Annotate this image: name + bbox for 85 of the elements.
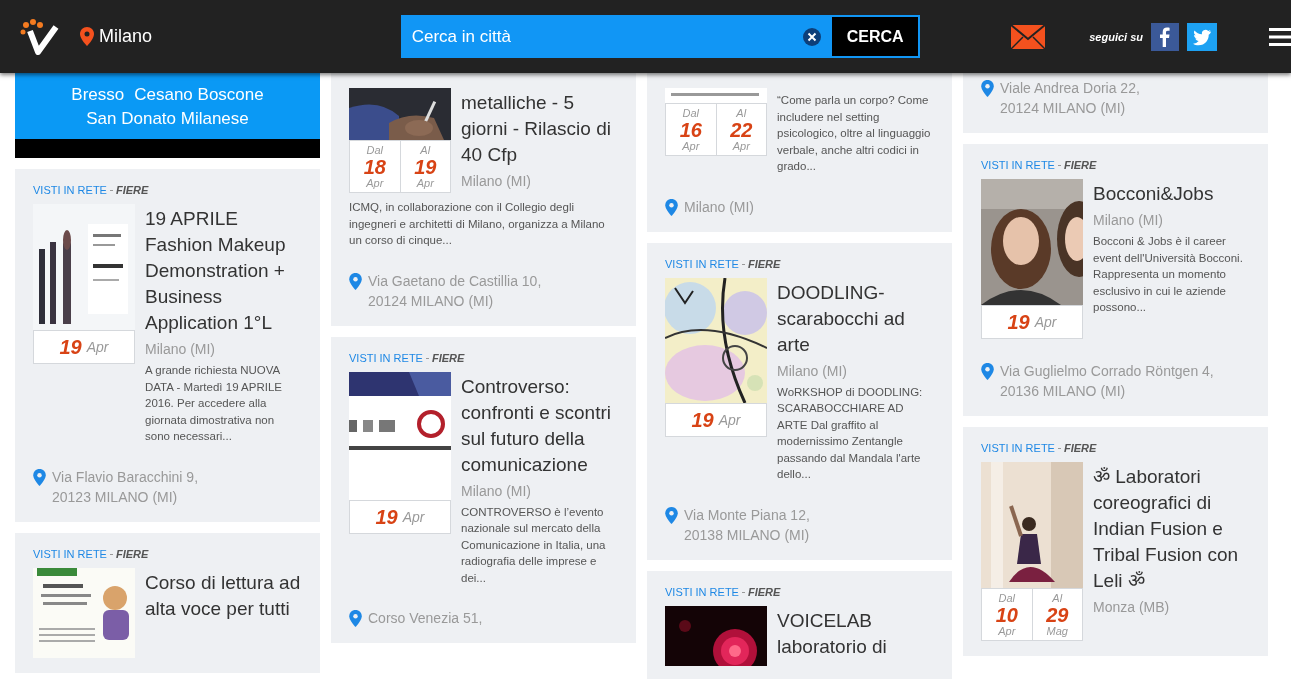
date-day: 22	[730, 119, 753, 140]
date-day: 29	[1046, 604, 1069, 625]
subcategory-link[interactable]: FIERE	[1063, 442, 1097, 455]
category-link[interactable]: VISTI IN RETE	[981, 159, 1055, 172]
date-day: 19	[691, 409, 714, 430]
twitter-icon[interactable]	[1187, 22, 1217, 51]
event-address: Corso Venezia 51,	[368, 609, 483, 628]
date-month: Apr	[1034, 314, 1057, 330]
logo-icon[interactable]	[20, 18, 60, 55]
date-month: Apr	[402, 508, 425, 525]
date-month: Apr	[998, 624, 1016, 638]
event-description: CONTROVERSO è l’evento nazionale sul mercato della Comunicazione in Italia, una radiografia delle imprese e dei...	[461, 504, 607, 586]
date-month: Apr	[416, 176, 434, 190]
date-month: Apr	[682, 139, 700, 153]
search-button[interactable]: CERCA	[830, 15, 921, 58]
follow-label: seguici su	[1089, 30, 1143, 43]
date-day: 18	[363, 156, 386, 177]
category-link[interactable]: VISTI IN RETE	[981, 442, 1055, 455]
event-address: Viale Andrea Doria 22, 20124 MILANO (MI)	[1000, 79, 1140, 118]
category-link[interactable]: VISTI IN RETE	[349, 351, 423, 365]
date-label: Al	[736, 106, 747, 120]
subcategory-link[interactable]: FIERE	[115, 547, 149, 561]
event-title[interactable]: Corso di lettura ad alta voce per tutti	[145, 569, 302, 622]
date-label: Dal	[682, 106, 699, 120]
category-link[interactable]: VISTI IN RETE	[665, 257, 739, 271]
date-day: 10	[995, 604, 1018, 625]
location-pin-icon	[33, 468, 46, 486]
event-address: Via Monte Piana 12, 20138 MILANO (MI)	[684, 505, 810, 545]
event-description: WoRKSHOP di DOODLING: SCARABOCCHIARE AD ARTE Dal graffito al modernissimo Zentangle passando dal Mandala l'arte dello...	[777, 384, 924, 482]
location-pin-icon	[349, 610, 362, 627]
location-pin-icon	[981, 80, 994, 97]
date-day: 19	[1007, 312, 1030, 332]
location-pin-icon	[981, 363, 994, 380]
event-description: Bocconi & Jobs è il career event dell'Università Bocconi. Rappresenta un momento esclusivo in cui le aziende possono...	[1093, 234, 1244, 315]
event-title[interactable]: Bocconi&Jobs	[1093, 181, 1250, 207]
event-title[interactable]: 19 APRILE Fashion Makeup Demonstration + Business Application 1°L	[145, 206, 302, 336]
event-city: Monza (MB)	[1093, 598, 1171, 617]
date-month: Apr	[366, 176, 384, 190]
date-month: Apr	[732, 139, 750, 153]
event-city: Milano (MI)	[1093, 211, 1164, 230]
event-city: Milano (MI)	[777, 361, 848, 381]
location-label[interactable]: Milano	[99, 26, 153, 47]
event-title[interactable]: Controverso: confronti e scontri sul futuro della comunicazione	[461, 373, 618, 478]
menu-icon[interactable]	[1269, 27, 1291, 46]
event-address: Via Guglielmo Corrado Röntgen 4, 20136 MILANO (MI)	[1000, 362, 1214, 401]
category-link[interactable]: VISTI IN RETE	[33, 547, 107, 561]
date-month: Apr	[86, 339, 109, 355]
event-city: Milano (MI)	[461, 172, 532, 191]
location-pin-icon	[665, 198, 678, 216]
date-label: Dal	[998, 591, 1015, 605]
location-pin-icon	[665, 506, 678, 524]
event-address: Via Flavio Baracchini 9, 20123 MILANO (MI)	[52, 467, 199, 507]
event-city: Milano (MI)	[145, 340, 216, 359]
category-link[interactable]: VISTI IN RETE	[665, 585, 739, 599]
date-label: Al	[1052, 591, 1063, 605]
subcategory-link[interactable]: FIERE	[747, 585, 781, 599]
date-label: Al	[420, 143, 431, 157]
location-pin-icon	[80, 27, 94, 46]
date-month: Mag	[1046, 624, 1068, 638]
event-title[interactable]: DOODLING-scarabocchi ad arte	[777, 279, 934, 358]
category-link[interactable]: VISTI IN RETE	[33, 184, 107, 197]
subcategory-link[interactable]: FIERE	[1063, 159, 1097, 172]
subcategory-link[interactable]: FIERE	[115, 184, 149, 197]
event-address: Milano (MI)	[684, 197, 754, 217]
date-label: Dal	[366, 143, 383, 157]
date-month: Apr	[718, 411, 741, 428]
event-description: A grande richiesta NUOVA DATA - Martedì 19 APRILE 2016. Per accedere alla giornata dimostrativa non sono necessari...	[145, 363, 283, 444]
facebook-icon[interactable]	[1151, 22, 1179, 51]
event-address: Via Gaetano de Castillia 10, 20124 MILANO (MI)	[368, 271, 542, 311]
event-title[interactable]: VOICELAB laboratorio di	[777, 607, 934, 660]
search-field[interactable]: Cerca in città CERCA	[400, 15, 921, 58]
event-city: Milano (MI)	[461, 481, 532, 501]
date-day: 19	[414, 156, 437, 177]
event-title[interactable]: metalliche - 5 giorni - Rilascio di 40 Cfp	[461, 90, 618, 168]
date-day: 16	[679, 119, 702, 140]
date-day: 19	[59, 337, 82, 357]
clear-icon[interactable]	[803, 27, 822, 46]
event-description: ICMQ, in collaborazione con il Collegio degli ingegneri e architetti di Milano, organizza a Milano un corso di cinque...	[349, 200, 606, 248]
event-description: “Come parla un corpo? Come includere nel setting psicologico, oltre al linguaggio verbale, anche altri codici in grado...	[777, 93, 932, 174]
location-pin-icon	[349, 272, 362, 290]
mail-icon[interactable]	[1011, 24, 1046, 49]
date-day: 19	[375, 506, 398, 527]
subcategory-link[interactable]: FIERE	[747, 257, 781, 271]
subcategory-link[interactable]: FIERE	[431, 351, 465, 365]
event-title[interactable]: ॐ Laboratori coreografici di Indian Fusion e Tribal Fusion con Leli ॐ	[1093, 464, 1250, 594]
